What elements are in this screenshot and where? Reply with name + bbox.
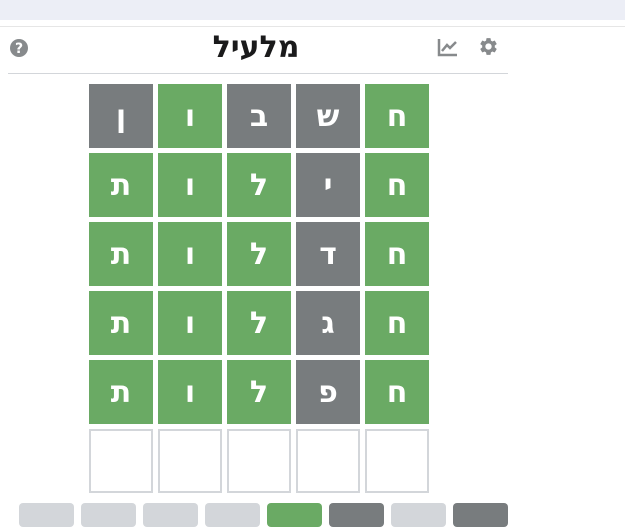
tile: ן [89,84,153,148]
tile: ת [89,360,153,424]
help-icon[interactable]: ? [9,38,29,58]
tile [296,429,360,493]
tile: ת [89,222,153,286]
tile: ת [89,291,153,355]
tile: ו [158,360,222,424]
keyboard-key[interactable] [391,503,446,527]
tile: ב [227,84,291,148]
top-border [0,26,625,27]
tile [89,429,153,493]
tile: ח [365,84,429,148]
tile: ש [296,84,360,148]
header-divider [8,73,508,74]
keyboard-row [8,503,508,527]
keyboard-key[interactable] [267,503,322,527]
tile [365,429,429,493]
tile [158,429,222,493]
tile: ח [365,291,429,355]
tile: ד [296,222,360,286]
keyboard-key[interactable] [205,503,260,527]
tile: ל [227,153,291,217]
keyboard-key[interactable] [453,503,508,527]
tile: ו [158,84,222,148]
tile: ל [227,360,291,424]
tile: ג [296,291,360,355]
keyboard-key[interactable] [329,503,384,527]
tile: ח [365,360,429,424]
tile: פ [296,360,360,424]
keyboard-key[interactable] [143,503,198,527]
tile: ח [365,153,429,217]
game-board: ח ש ב ו ן ח י ל ו ת ח ד ל ו ת ח ג ל ו ת … [89,84,429,493]
tile: ל [227,222,291,286]
tile: ו [158,222,222,286]
tile: ח [365,222,429,286]
tile: ו [158,291,222,355]
tile: ת [89,153,153,217]
keyboard-key[interactable] [81,503,136,527]
tile [227,429,291,493]
stats-icon[interactable] [437,37,459,57]
tile: י [296,153,360,217]
browser-top-strip [0,0,625,20]
tile: ו [158,153,222,217]
settings-icon[interactable] [478,36,499,57]
tile: ל [227,291,291,355]
keyboard-key[interactable] [19,503,74,527]
page-title: מלעיל [212,30,300,65]
svg-text:?: ? [15,41,23,57]
